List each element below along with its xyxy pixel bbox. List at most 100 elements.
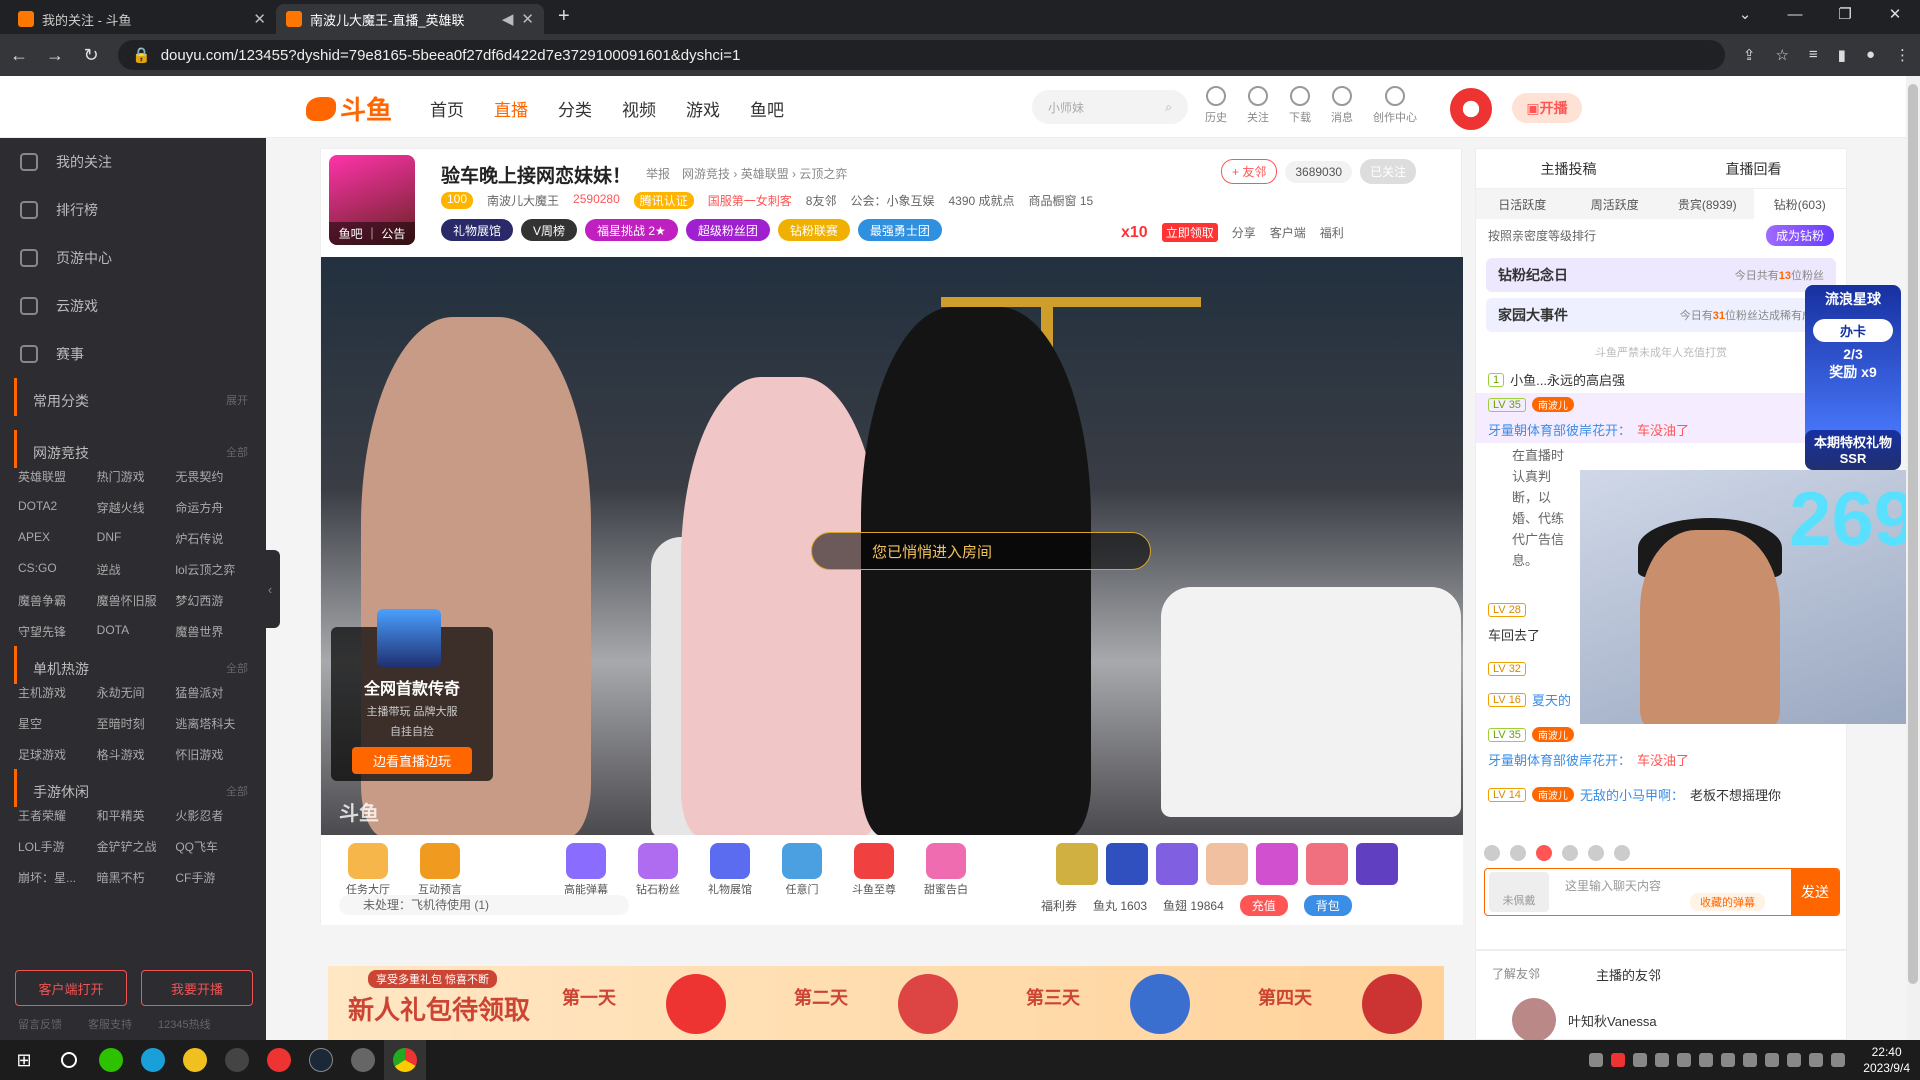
category-item[interactable]: CF手游 <box>175 869 254 886</box>
close-icon[interactable]: ✕ <box>253 10 266 28</box>
media-icon[interactable]: ≡ <box>1809 46 1818 64</box>
goods-window[interactable]: 商品橱窗 15 <box>1029 192 1094 209</box>
promo-play-button[interactable]: 边看直播边玩 <box>352 747 472 774</box>
category-item[interactable]: 魔兽怀旧服 <box>97 592 176 609</box>
scrollbar-thumb[interactable] <box>1908 84 1918 984</box>
category-item[interactable]: 梦幻西游 <box>175 592 254 609</box>
category-item[interactable]: DOTA <box>97 623 176 640</box>
category-item[interactable]: 命运方舟 <box>175 499 254 516</box>
guild-info[interactable]: 公会：小象互娱 <box>850 192 934 209</box>
go-live-button[interactable]: 我要开播 <box>141 970 253 1006</box>
close-icon[interactable]: ✕ <box>521 10 534 28</box>
sidebar-item-webgame[interactable]: 页游中心 <box>0 234 266 282</box>
tag-superfans[interactable]: 超级粉丝团 <box>685 219 770 241</box>
category-item[interactable]: 崩坏：星... <box>18 869 97 886</box>
creator-button[interactable]: 创作中心 <box>1373 86 1417 125</box>
category-item[interactable]: 逆战 <box>97 561 176 578</box>
category-item[interactable]: CS:GO <box>18 561 97 578</box>
category-item[interactable]: 魔兽世界 <box>175 623 254 640</box>
friend-item[interactable]: 叶知秋Vanessa <box>1476 998 1846 1042</box>
tag-diamond[interactable]: 钻粉联赛 <box>777 219 850 241</box>
gift-item[interactable] <box>1206 843 1248 885</box>
gift-item[interactable] <box>1056 843 1098 885</box>
tab-weekly-active[interactable]: 周活跃度 <box>1569 189 1662 219</box>
game-promo[interactable]: 全网首款传奇 主播带玩 品牌大服 自挂自捡 边看直播边玩 <box>331 609 493 781</box>
gift-supreme[interactable]: 斗鱼至尊 <box>845 843 903 897</box>
menu-home[interactable]: 首页 <box>430 96 464 121</box>
fan-badge-slot[interactable]: 未佩戴 <box>1489 872 1549 912</box>
add-friend-button[interactable]: + 友邻 <box>1221 159 1278 184</box>
category-item[interactable]: 逃离塔科夫 <box>175 715 254 732</box>
category-item[interactable]: 王者荣耀 <box>18 807 97 824</box>
tray-icon[interactable] <box>1809 1053 1824 1067</box>
saved-danmaku-button[interactable]: 收藏的弹幕 <box>1690 893 1765 911</box>
emoji-icon[interactable] <box>1484 845 1500 861</box>
menu-yuba[interactable]: 鱼吧 <box>750 96 784 121</box>
client-button[interactable]: 客户端 <box>1270 224 1306 241</box>
tray-icon[interactable] <box>1765 1053 1780 1067</box>
gift-item[interactable] <box>1106 843 1148 885</box>
history-button[interactable]: 历史 <box>1205 86 1227 125</box>
category-item[interactable]: 猛兽派对 <box>175 684 254 701</box>
share-icon[interactable]: ⇪ <box>1743 46 1756 64</box>
chat-input[interactable]: 未佩戴 这里输入聊天内容 收藏的弹幕 发送 <box>1484 868 1840 916</box>
menu-video[interactable]: 视频 <box>622 96 656 121</box>
close-window-icon[interactable]: ✕ <box>1870 0 1920 30</box>
hotline-link[interactable]: 12345热线 <box>158 1016 211 1032</box>
gift-diamond[interactable]: 钻石粉丝 <box>629 843 687 897</box>
forward-icon[interactable]: → <box>46 45 64 66</box>
search-input[interactable]: 小师妹 ⌕ <box>1032 90 1188 124</box>
broadcast-icon[interactable] <box>1510 845 1526 861</box>
tray-icon[interactable] <box>1677 1053 1692 1067</box>
download-button[interactable]: 下载 <box>1289 86 1311 125</box>
clock[interactable]: 22:40 2023/9/4 <box>1863 1044 1910 1076</box>
category-item[interactable]: 火影忍者 <box>175 807 254 824</box>
sidebar-item-follow[interactable]: 我的关注 <box>0 138 266 186</box>
category-item[interactable]: 热门游戏 <box>97 468 176 485</box>
windows-start-icon[interactable]: ⊞ <box>0 1050 48 1071</box>
welfare-ticket[interactable]: 福利券 <box>1041 897 1077 914</box>
tab-daily-active[interactable]: 日活跃度 <box>1476 189 1569 219</box>
tray-icon[interactable] <box>1721 1053 1736 1067</box>
category-item[interactable]: 至暗时刻 <box>97 715 176 732</box>
category-item[interactable]: LOL手游 <box>18 838 97 855</box>
tag-lucky[interactable]: 福星挑战 2★ <box>585 219 678 241</box>
category-item[interactable]: 主机游戏 <box>18 684 97 701</box>
category-item[interactable]: 星空 <box>18 715 97 732</box>
tag-warrior[interactable]: 最强勇士团 <box>857 219 942 241</box>
tag-vweek[interactable]: V周榜 <box>521 219 578 241</box>
page-scrollbar[interactable] <box>1906 76 1920 1040</box>
become-diamond-button[interactable]: 成为钻粉 <box>1765 225 1834 246</box>
menu-category[interactable]: 分类 <box>558 96 592 121</box>
category-item[interactable]: 穿越火线 <box>97 499 176 516</box>
welfare-button[interactable]: 福利 <box>1320 224 1344 241</box>
anchor-name[interactable]: 南波儿大魔王 <box>487 192 559 209</box>
get-card-button[interactable]: 办卡 <box>1813 319 1893 342</box>
newbie-gift-banner[interactable]: 享受多重礼包 惊喜不断 新人礼包待领取 第一天 第二天 第三天 第四天 <box>328 966 1444 1040</box>
tray-icon[interactable] <box>1633 1053 1648 1067</box>
tray-icon[interactable] <box>1831 1053 1846 1067</box>
sidebar-item-events[interactable]: 赛事 <box>0 330 266 378</box>
tray-icon[interactable] <box>1655 1053 1670 1067</box>
category-item[interactable]: 英雄联盟 <box>18 468 97 485</box>
gift-danmaku[interactable]: 高能弹幕 <box>557 843 615 897</box>
video-player[interactable]: 您已悄悄进入房间 全网首款传奇 主播带玩 品牌大服 自挂自捡 边看直播边玩 斗鱼 <box>321 257 1463 835</box>
menu-live[interactable]: 直播 <box>494 96 528 121</box>
tab-diamond-fans[interactable]: 钻粉(603) <box>1753 189 1846 219</box>
sidebar-item-rank[interactable]: 排行榜 <box>0 186 266 234</box>
tab-live-room[interactable]: 南波儿大魔王-直播_英雄联 ◀ ✕ <box>276 4 544 34</box>
category-item[interactable]: 和平精英 <box>97 807 176 824</box>
category-item[interactable]: 守望先锋 <box>18 623 97 640</box>
category-item[interactable]: 永劫无间 <box>97 684 176 701</box>
tray-icon[interactable] <box>1787 1053 1802 1067</box>
category-item[interactable]: 暗黑不朽 <box>97 869 176 886</box>
gift-hall[interactable]: 礼物展馆 <box>701 843 759 897</box>
about-friends-link[interactable]: 了解友邻 <box>1492 965 1540 984</box>
tray-icon[interactable] <box>1743 1053 1758 1067</box>
tab-search-icon[interactable]: ⌄ <box>1720 0 1770 30</box>
wechat-icon[interactable] <box>90 1040 132 1080</box>
friends-count[interactable]: 8友邻 <box>806 192 837 209</box>
anchor-avatar[interactable]: 鱼吧 ｜ 公告 <box>329 155 415 245</box>
home-event-card[interactable]: 家园大事件 今日有31位粉丝达成稀有成就 <box>1486 298 1836 332</box>
sidepanel-icon[interactable]: ▮ <box>1838 46 1846 64</box>
